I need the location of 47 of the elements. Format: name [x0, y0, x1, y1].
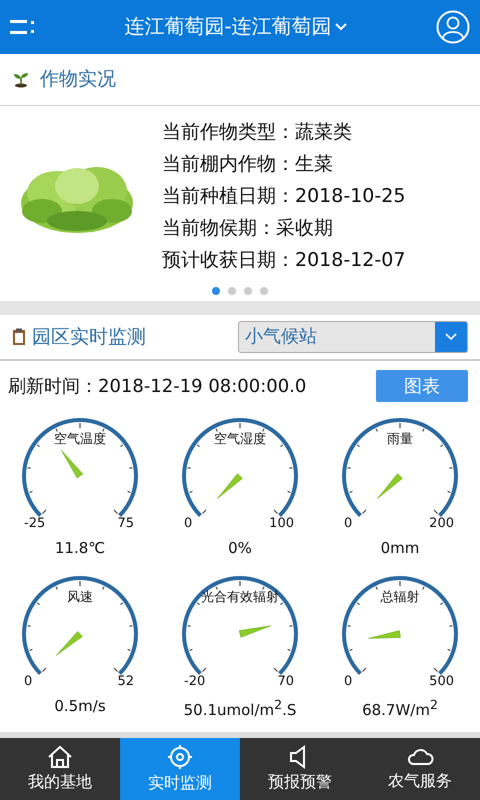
farm-selector[interactable]: 连江葡萄园-连江葡萄园	[124, 13, 348, 40]
carousel-dot[interactable]	[260, 287, 268, 296]
gauge-label: 总辐射	[380, 589, 420, 606]
crop-info: 当前作物类型：蔬菜类	[162, 120, 353, 145]
gauge-label: 光合有效辐射	[201, 589, 279, 606]
chart-button[interactable]: 图表	[376, 370, 468, 402]
carousel-dot[interactable]	[228, 287, 236, 296]
gauge-reading: 50.1umol/m$^{2}$.S	[184, 697, 296, 720]
chevron-icon	[445, 332, 457, 341]
target-icon	[167, 744, 193, 770]
clipboard-icon	[12, 328, 26, 346]
crop-info: 当前种植日期：2018-10-25	[162, 184, 406, 209]
scale-max: 500	[429, 674, 454, 690]
gauge-label: 雨量	[387, 431, 413, 448]
scale-min: 0	[184, 516, 192, 532]
crop-info: 预计收获日期：2018-12-07	[162, 248, 406, 273]
crop-info: 当前物侯期：采收期	[162, 216, 334, 241]
scale-min: -20	[184, 674, 206, 690]
scale-min: 0	[344, 674, 352, 690]
section-title: 作物实况	[40, 67, 116, 92]
gauge-label: 风速	[67, 589, 93, 606]
refresh-time: 刷新时间：2018-12-19 08:00:00.0	[8, 374, 306, 398]
scale-max: 100	[269, 516, 294, 532]
gauge-reading: 0%	[228, 539, 252, 558]
carousel-dot[interactable]	[244, 287, 252, 296]
carousel-dot[interactable]	[212, 287, 220, 296]
section-title: 园区实时监测	[32, 324, 146, 350]
sprout-icon	[12, 70, 30, 88]
gauge-reading: 68.7W/m$^{2}$	[362, 697, 438, 720]
station-dropdown[interactable]: 小气候站	[238, 320, 468, 353]
gauge-label: 空气湿度	[214, 431, 266, 448]
scale-max: 75	[117, 516, 134, 532]
chevron-icon	[334, 22, 348, 32]
scale-max: 52	[117, 674, 134, 690]
user-icon[interactable]	[436, 10, 470, 44]
gauge-reading: 0.5m/s	[54, 697, 106, 716]
scale-min: -25	[24, 516, 46, 532]
gauge-label: 空气温度	[54, 431, 106, 448]
gauge-reading: 11.8℃	[54, 539, 106, 558]
gauge-reading: 0mm	[380, 539, 420, 558]
nav-tab[interactable]: 实时监测	[120, 738, 240, 800]
home-icon	[47, 745, 73, 770]
scale-max: 200	[429, 516, 454, 532]
scale-min: 0	[344, 516, 352, 532]
scale-max: 70	[277, 674, 294, 690]
crop-info: 当前棚内作物：生菜	[162, 152, 334, 177]
scale-min: 0	[24, 674, 32, 690]
